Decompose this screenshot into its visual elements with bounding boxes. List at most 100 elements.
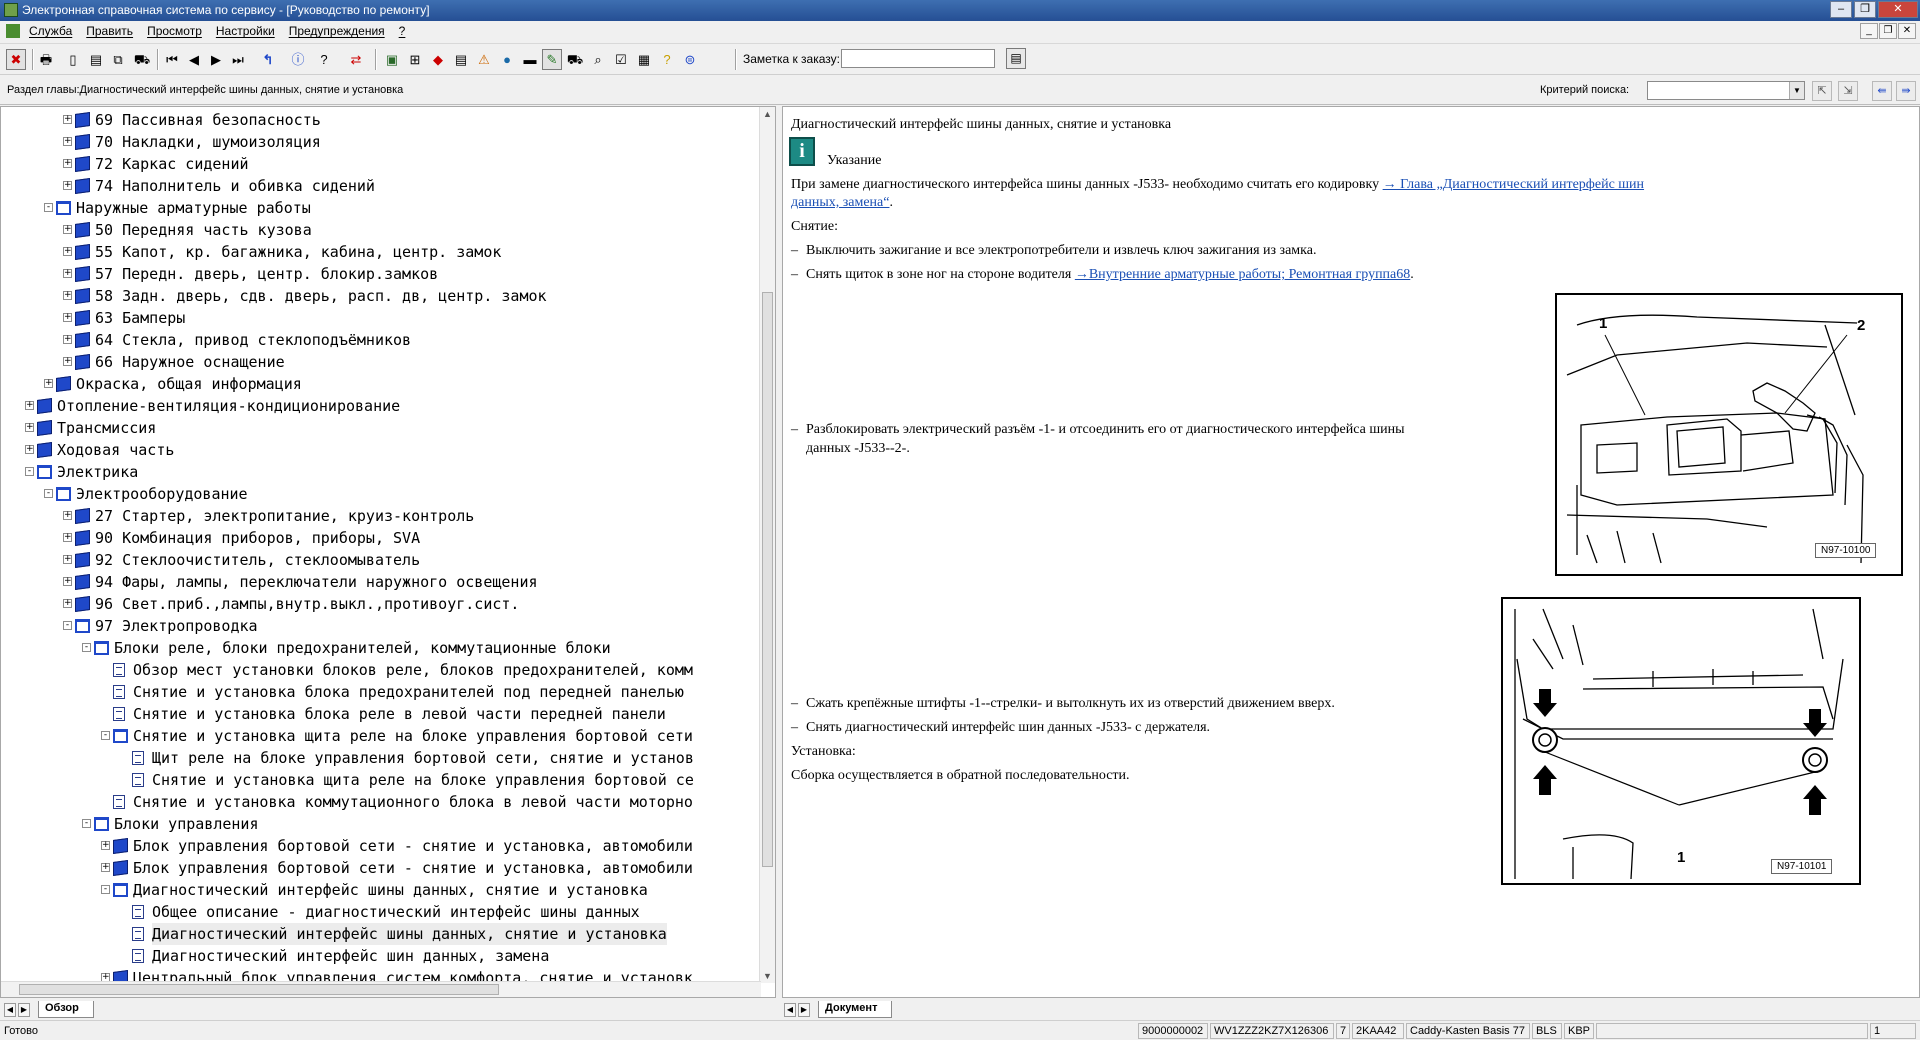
tree-node[interactable]: + Блок управления бортовой сети - снятие … [1,835,761,857]
tree-node[interactable]: - Электрооборудование [1,483,761,505]
mdi-close-button[interactable]: ✕ [1898,23,1916,39]
collapse-icon[interactable]: - [44,203,53,212]
expand-icon[interactable]: + [25,423,34,432]
expand-icon[interactable]: + [63,115,72,124]
tree-node[interactable]: - Наружные арматурные работы [1,197,761,219]
note-link-part-2[interactable]: данных, замена“ [791,195,889,210]
new-document-icon[interactable]: ▯ [63,49,83,70]
close-button[interactable]: ✕ [1878,1,1918,18]
menu-edit[interactable]: Править [79,24,140,38]
tree-node[interactable]: + Трансмиссия [1,417,761,439]
tree-node[interactable]: +96 Свет.приб.,лампы,внутр.выкл.,противо… [1,593,761,615]
collapse-icon[interactable]: - [101,731,110,740]
step-2-link[interactable]: →Внутренние арматурные работы; Ремонтная… [1075,267,1410,282]
tree-node[interactable]: Общее описание - диагностический интерфе… [1,901,761,923]
expand-icon[interactable]: + [63,577,72,586]
tree-node[interactable]: +50 Передняя часть кузова [1,219,761,241]
tree-node[interactable]: +55 Капот, кр. багажника, кабина, центр.… [1,241,761,263]
network-icon[interactable]: ⊜ [680,49,700,70]
order-note-input[interactable] [841,49,995,68]
expand-icon[interactable]: + [63,247,72,256]
tree-node[interactable]: +94 Фары, лампы, переключатели наружного… [1,571,761,593]
tree-node[interactable]: +90 Комбинация приборов, приборы, SVA [1,527,761,549]
order-note-button[interactable]: ▤ [1006,48,1026,69]
expand-icon[interactable]: + [63,599,72,608]
info-icon[interactable]: ⓘ [288,49,308,70]
help-icon[interactable]: ? [314,49,334,70]
tree-node[interactable]: - Блоки управления [1,813,761,835]
expand-icon[interactable]: + [101,863,110,872]
tree-node[interactable]: Снятие и установка щита реле на блоке уп… [1,769,761,791]
doc-tab-nav-right-icon[interactable]: ▶ [798,1003,810,1017]
exit-icon[interactable]: ✖ [6,49,26,70]
tree-node[interactable]: Диагностический интерфейс шины данных, с… [1,923,761,945]
tree-node[interactable]: + Блок управления бортовой сети - снятие … [1,857,761,879]
tree-node[interactable]: +92 Стеклоочиститель, стеклоомыватель [1,549,761,571]
tree-node[interactable]: +66 Наружное оснащение [1,351,761,373]
note-link-part-1[interactable]: → Глава „Диагностический интерфейс шин [1383,177,1644,192]
doc-tab-nav-left-icon[interactable]: ◀ [784,1003,796,1017]
globe-icon[interactable]: ● [497,49,517,70]
tree-node[interactable]: +63 Бамперы [1,307,761,329]
tab-overview[interactable]: Обзор [38,1001,94,1018]
vehicle-icon[interactable]: ⛟ [565,49,585,70]
tab-nav-left-icon[interactable]: ◀ [4,1003,16,1017]
expand-icon[interactable]: + [63,357,72,366]
tree-node[interactable]: +74 Наполнитель и обивка сидений [1,175,761,197]
expand-icon[interactable]: + [25,401,34,410]
search-icon[interactable]: ⌕ [588,49,608,70]
mdi-restore-button[interactable]: ❐ [1879,23,1897,39]
previous-page-icon[interactable]: ◀ [184,49,204,70]
expand-icon[interactable]: + [63,555,72,564]
search-back-button[interactable]: ⇱ [1812,81,1832,101]
search-forward-button[interactable]: ⇲ [1838,81,1858,101]
tree-node[interactable]: +64 Стекла, привод стеклоподъёмников [1,329,761,351]
last-page-icon[interactable]: ⏭ [228,49,248,70]
expand-icon[interactable]: + [63,533,72,542]
expand-icon[interactable]: + [63,137,72,146]
expand-icon[interactable]: + [44,379,53,388]
tree-node[interactable]: Диагностический интерфейс шин данных, за… [1,945,761,967]
car-icon[interactable]: ⛟ [132,49,152,70]
tree-node[interactable]: - Блоки реле, блоки предохранителей, комм… [1,637,761,659]
save-icon[interactable]: ▬ [520,49,540,70]
tree-node[interactable]: - 97 Электропроводка [1,615,761,637]
tree-node[interactable]: - Снятие и установка щита реле на блоке у… [1,725,761,747]
collapse-icon[interactable]: - [63,621,72,630]
tab-nav-right-icon[interactable]: ▶ [18,1003,30,1017]
tree-node[interactable]: + Ходовая часть [1,439,761,461]
next-page-icon[interactable]: ▶ [206,49,226,70]
tree-scroll-thumb[interactable] [762,292,773,867]
maximize-button[interactable]: ❐ [1854,1,1876,18]
menu-service[interactable]: Служба [22,24,79,38]
clipboard-icon[interactable]: ☑ [611,49,631,70]
tree-node[interactable]: +69 Пассивная безопасность [1,109,761,131]
tree-node[interactable]: - Диагностический интерфейс шины данных, … [1,879,761,901]
figure-clips[interactable]: 1 N97-10101 [1501,597,1861,885]
menu-warnings[interactable]: Предупреждения [282,24,392,38]
tree-node[interactable]: +72 Каркас сидений [1,153,761,175]
tree-node[interactable]: + Отопление-вентиляция-кондиционирование [1,395,761,417]
collapse-icon[interactable]: - [101,885,110,894]
tree-node[interactable]: Обзор мест установки блоков реле, блоков… [1,659,761,681]
figure-connector[interactable]: 1 2 N97-10100 [1555,293,1903,576]
expand-icon[interactable]: + [63,225,72,234]
wiring-icon[interactable]: ⊞ [405,49,425,70]
sync-icon[interactable]: ⇄ [346,49,366,70]
expand-icon[interactable]: + [63,159,72,168]
mdi-minimize-button[interactable]: _ [1860,23,1878,39]
checklist-icon[interactable]: ▤ [451,49,471,70]
menu-settings[interactable]: Настройки [209,24,282,38]
search-criteria-select[interactable]: ▼ [1647,81,1805,100]
tree-node[interactable]: Снятие и установка блока предохранителей… [1,681,761,703]
manual-icon[interactable]: ▣ [382,49,402,70]
search-next-button[interactable]: ⇛ [1896,81,1916,101]
tree-hscroll-thumb[interactable] [19,984,499,995]
print-icon[interactable]: 🖶 [36,49,56,70]
tree-vertical-scrollbar[interactable]: ▲ ▼ [759,107,775,983]
expand-icon[interactable]: + [25,445,34,454]
up-level-icon[interactable]: ↰ [258,49,278,70]
chevron-down-icon[interactable]: ▼ [1789,82,1804,99]
document-list-icon[interactable]: ▤ [86,49,106,70]
tree-node[interactable]: +27 Стартер, электропитание, круиз-контр… [1,505,761,527]
